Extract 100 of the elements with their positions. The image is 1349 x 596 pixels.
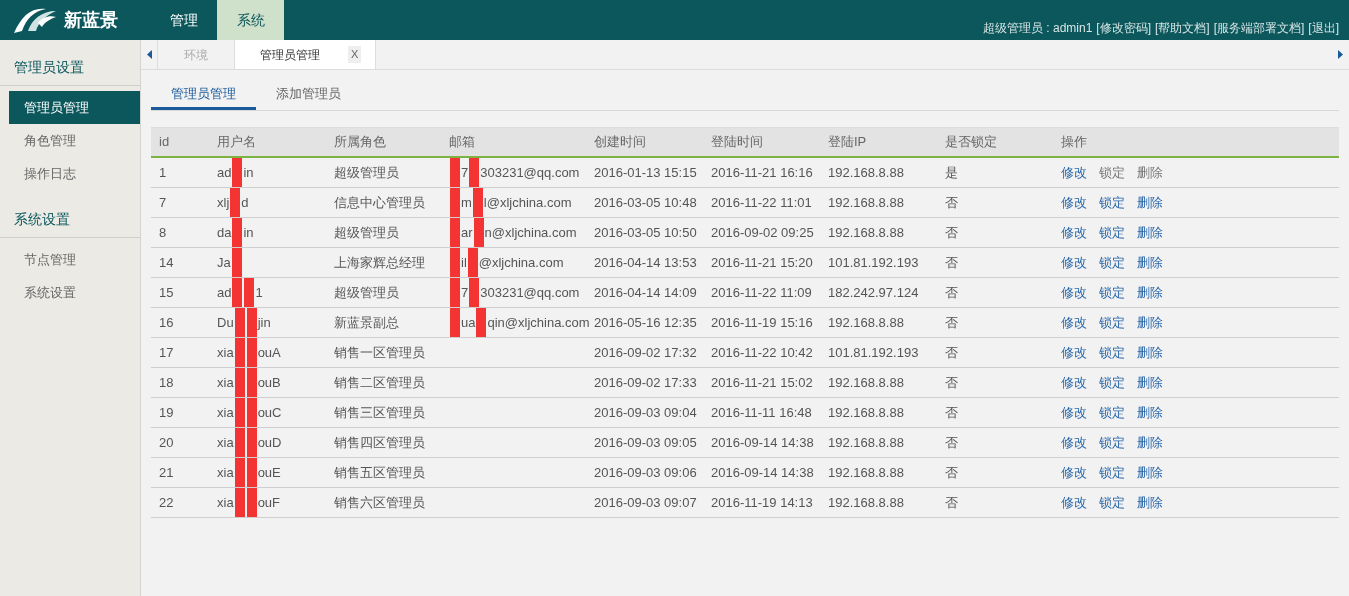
header-link[interactable]: [退出]	[1308, 19, 1339, 37]
action-link[interactable]: 修改	[1061, 222, 1087, 243]
sidebar-item[interactable]: 系统设置	[9, 276, 140, 309]
table-cell-text: 超级管理员	[334, 163, 400, 182]
redaction-bar	[450, 308, 460, 337]
action-link[interactable]: 删除	[1137, 492, 1163, 513]
sidebar-item[interactable]: 角色管理	[9, 124, 140, 157]
table-cell-text: 182.242.97.124	[828, 283, 920, 302]
redaction-bar	[234, 398, 245, 427]
action-link[interactable]: 删除	[1137, 342, 1163, 363]
table-cell-text: 超级管理员	[334, 223, 400, 242]
action-link[interactable]: 锁定	[1099, 462, 1125, 483]
action-link[interactable]: 修改	[1061, 342, 1087, 363]
table-cell-text: 192.168.8.88	[828, 493, 905, 512]
action-link[interactable]: 删除	[1137, 192, 1163, 213]
action-link[interactable]: 锁定	[1099, 402, 1125, 423]
table-cell-text: 2016-09-14 14:38	[711, 433, 815, 452]
table-cell-text: 2016-09-02 09:25	[711, 223, 815, 242]
action-link[interactable]: 删除	[1137, 372, 1163, 393]
table-cell-text: 15	[159, 283, 175, 302]
column-header: id	[159, 133, 171, 152]
action-link[interactable]: 锁定	[1099, 192, 1125, 213]
action-link[interactable]: 修改	[1061, 312, 1087, 333]
table-cell-text: 否	[945, 343, 959, 362]
table-cell-text: 192.168.8.88	[828, 193, 905, 212]
table-cell-text: 2016-11-11 16:48	[711, 403, 813, 422]
redaction-bar	[232, 158, 243, 187]
action-link[interactable]: 锁定	[1099, 432, 1125, 453]
redaction-bar	[246, 488, 257, 517]
close-tab-button[interactable]: X	[348, 46, 362, 63]
action-link[interactable]: 修改	[1061, 162, 1087, 183]
action-link[interactable]: 修改	[1061, 252, 1087, 273]
email-text: m	[461, 193, 472, 212]
scroll-left-icon[interactable]	[146, 50, 152, 59]
email-text: n@xljchina.com	[484, 223, 577, 242]
table-cell-text: 2016-03-05 10:50	[594, 223, 698, 242]
table-cell-text: 101.81.192.193	[828, 343, 920, 362]
action-link[interactable]: 锁定	[1099, 282, 1125, 303]
redaction-bar	[244, 278, 255, 307]
table-cell-text: 21	[159, 463, 175, 482]
redaction-bar	[246, 458, 257, 487]
table-cell-text: 否	[945, 403, 959, 422]
username-text: ad	[217, 283, 232, 302]
table-cell-text: 否	[945, 283, 959, 302]
action-link[interactable]: 删除	[1137, 432, 1163, 453]
header-link[interactable]: [服务端部署文档]	[1213, 19, 1305, 37]
sidebar-item[interactable]: 操作日志	[9, 157, 140, 190]
action-link[interactable]: 锁定	[1099, 222, 1125, 243]
username-text: jin	[257, 313, 271, 332]
action-link[interactable]: 锁定	[1099, 342, 1125, 363]
email-text: 303231@qq.com	[480, 283, 580, 302]
table-cell-text: 192.168.8.88	[828, 463, 905, 482]
username-text: ouF	[257, 493, 281, 512]
action-link[interactable]: 删除	[1137, 462, 1163, 483]
action-link[interactable]: 修改	[1061, 192, 1087, 213]
table-cell-text: 2016-09-03 09:06	[594, 463, 698, 482]
email-text: @xljchina.com	[478, 253, 564, 272]
action-link[interactable]: 修改	[1061, 282, 1087, 303]
header-link[interactable]: [帮助文档]	[1155, 19, 1210, 37]
action-link[interactable]: 删除	[1137, 252, 1163, 273]
redaction-bar	[450, 158, 460, 187]
action-link[interactable]: 锁定	[1099, 252, 1125, 273]
table-cell-text: 192.168.8.88	[828, 163, 905, 182]
table-cell-text: 2016-09-02 17:32	[594, 343, 698, 362]
email-text: 7	[461, 283, 469, 302]
sub-tab[interactable]: 管理员管理	[151, 84, 256, 110]
nav-tab[interactable]: 管理	[150, 0, 217, 40]
action-link[interactable]: 修改	[1061, 462, 1087, 483]
action-link[interactable]: 锁定	[1099, 492, 1125, 513]
username-text: 1	[255, 283, 263, 302]
email-text: qin@xljchina.com	[487, 313, 590, 332]
sidebar-item[interactable]: 管理员管理	[9, 91, 140, 124]
page-tab[interactable]: 管理员管理 X	[235, 40, 376, 69]
table-cell-text: 销售二区管理员	[334, 373, 426, 392]
username-text: ouB	[257, 373, 281, 392]
sidebar-item[interactable]: 节点管理	[9, 243, 140, 276]
action-link[interactable]: 修改	[1061, 402, 1087, 423]
table-cell-text: 2016-04-14 14:09	[594, 283, 698, 302]
action-link[interactable]: 删除	[1137, 222, 1163, 243]
action-link[interactable]: 修改	[1061, 492, 1087, 513]
email-text: ar	[461, 223, 473, 242]
action-link[interactable]: 删除	[1137, 402, 1163, 423]
table-cell-text: 20	[159, 433, 175, 452]
sub-tab[interactable]: 添加管理员	[256, 84, 361, 110]
action-link[interactable]: 锁定	[1099, 372, 1125, 393]
column-header: 邮箱	[449, 133, 476, 152]
action-link[interactable]: 修改	[1061, 372, 1087, 393]
email-text: 7	[461, 163, 469, 182]
action-link[interactable]: 删除	[1137, 312, 1163, 333]
scroll-right-icon[interactable]	[1338, 50, 1343, 59]
nav-tab[interactable]: 系统	[217, 0, 284, 40]
table-cell-text: 2016-04-14 13:53	[594, 253, 698, 272]
username-text: da	[217, 223, 232, 242]
header-link[interactable]: [修改密码]	[1096, 19, 1151, 37]
table-cell-text: 2016-11-21 15:02	[711, 373, 814, 392]
action-link[interactable]: 删除	[1137, 282, 1163, 303]
action-link[interactable]: 锁定	[1099, 312, 1125, 333]
action-link[interactable]: 修改	[1061, 432, 1087, 453]
redaction-bar	[467, 248, 478, 277]
table-cell-text: 16	[159, 313, 175, 332]
